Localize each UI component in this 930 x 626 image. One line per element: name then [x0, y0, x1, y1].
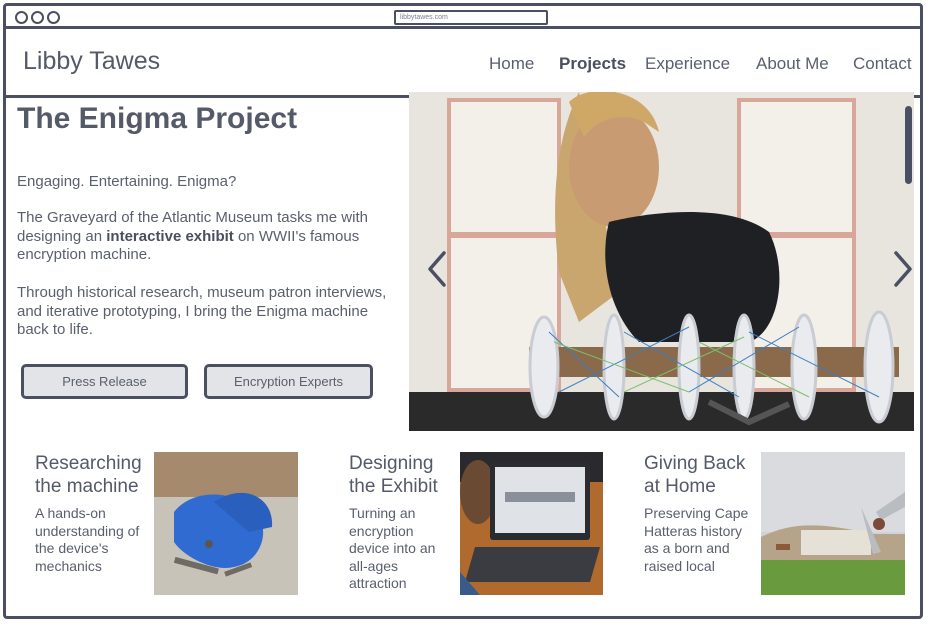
card-text-giving-back: Preserving Cape Hatteras history as a bo… [644, 505, 749, 574]
site-brand[interactable]: Libby Tawes [23, 47, 160, 76]
tagline: Engaging. Entertaining. Enigma? [17, 173, 237, 190]
address-bar[interactable]: libbytawes.com [394, 10, 548, 25]
page-title: The Enigma Project [17, 102, 298, 135]
card-image-giving-back[interactable] [761, 452, 905, 595]
chevron-left-icon[interactable] [426, 250, 448, 288]
window-minimize-dot[interactable] [31, 11, 44, 24]
card-title-designing[interactable]: Designing the Exhibit [349, 452, 459, 498]
card-title-giving-back[interactable]: Giving Back at Home [644, 452, 759, 498]
card-text-designing: Turning an encryption device into an all… [349, 505, 436, 591]
card-title-researching[interactable]: Researching the machine [35, 452, 153, 498]
scrollbar[interactable] [905, 106, 912, 184]
card-image-designing[interactable] [460, 452, 603, 595]
nav-experience[interactable]: Experience [645, 54, 730, 74]
nav-contact[interactable]: Contact [853, 54, 912, 74]
card-image-researching[interactable] [154, 452, 298, 595]
intro-text-bold: interactive exhibit [106, 227, 234, 245]
process-paragraph: Through historical research, museum patr… [17, 284, 387, 338]
encryption-experts-button[interactable]: Encryption Experts [204, 364, 373, 399]
chevron-right-icon[interactable] [892, 250, 914, 288]
intro-paragraph: The Graveyard of the Atlantic Museum tas… [17, 209, 387, 265]
browser-titlebar: libbytawes.com [6, 6, 920, 29]
press-release-button[interactable]: Press Release [21, 364, 188, 399]
nav-projects[interactable]: Projects [559, 54, 626, 74]
window-close-dot[interactable] [15, 11, 28, 24]
nav-home[interactable]: Home [489, 54, 534, 74]
card-text-researching: A hands-on understanding of the device's… [35, 505, 140, 574]
hero-photo [409, 92, 914, 431]
window-maximize-dot[interactable] [47, 11, 60, 24]
site-header: Libby Tawes Home Projects Experience Abo… [6, 29, 920, 98]
nav-about-me[interactable]: About Me [756, 54, 829, 74]
